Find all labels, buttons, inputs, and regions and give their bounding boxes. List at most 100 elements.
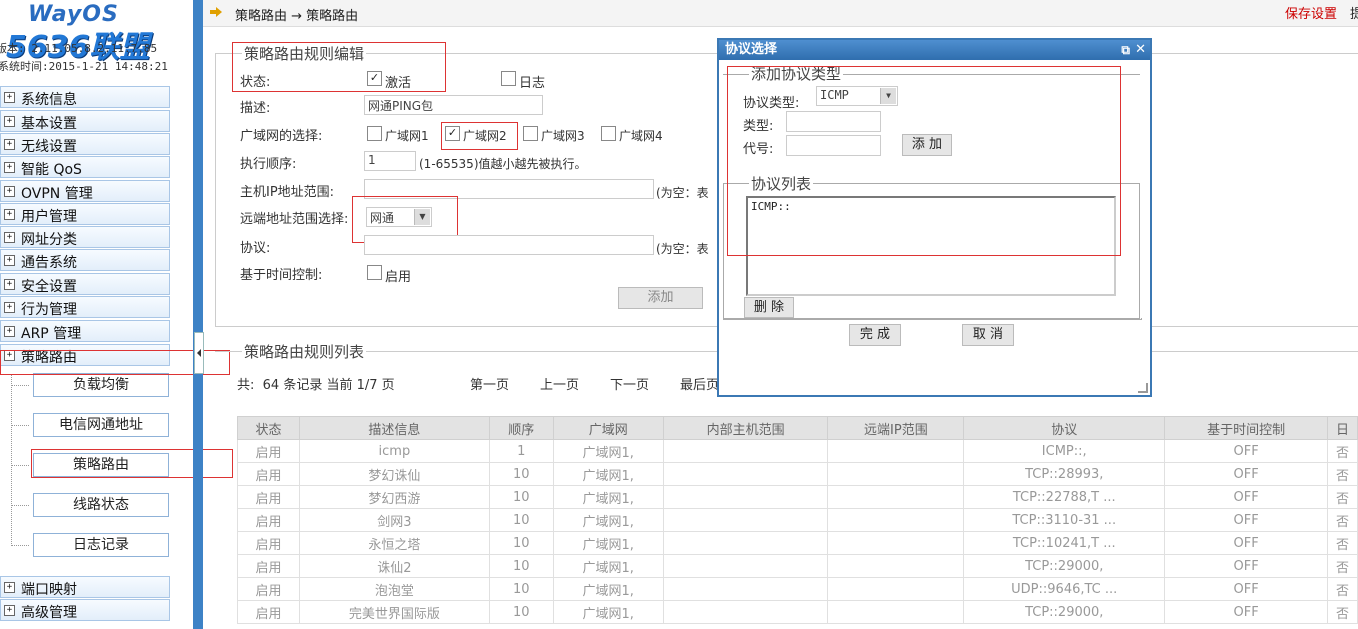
time-control-checkbox[interactable]	[367, 265, 382, 280]
sidebar-item[interactable]: + 端口映射	[0, 576, 170, 598]
first-page-link[interactable]: 第一页	[470, 374, 509, 393]
table-cell	[662, 439, 829, 463]
collapse-sidebar-button[interactable]	[194, 332, 204, 374]
active-label: 激活	[385, 76, 412, 91]
sidebar-item[interactable]: + 高级管理	[0, 599, 170, 621]
column-header[interactable]: 内部主机范围	[662, 416, 829, 440]
table-row[interactable]: 启用 完美世界国际版 10 广域网1, TCP::29000, OFF 否	[237, 600, 1358, 624]
expand-icon[interactable]: +	[4, 582, 15, 593]
sidebar-item-label: ARP 管理	[21, 326, 82, 342]
expand-icon[interactable]: +	[4, 186, 15, 197]
table-row[interactable]: 启用 永恒之塔 10 广域网1, TCP::10241,T ... OFF 否	[237, 531, 1358, 555]
active-checkbox[interactable]: ✓	[367, 71, 382, 86]
column-header[interactable]: 顺序	[488, 416, 554, 440]
table-cell: TCP::29000,	[963, 554, 1166, 578]
table-cell	[827, 577, 965, 601]
wan1-checkbox[interactable]	[367, 126, 382, 141]
dialog-title-bar[interactable]: 协议选择 ⧉ ✕	[719, 40, 1150, 60]
table-row[interactable]: 启用 剑网3 10 广域网1, TCP::3110-31 ... OFF 否	[237, 508, 1358, 532]
list-section-title: 策略路由规则列表	[242, 341, 367, 362]
column-header[interactable]: 广域网	[552, 416, 664, 440]
sidebar-item-label: 智能 QoS	[21, 162, 82, 178]
sidebar-subitem[interactable]: 日志记录	[33, 533, 169, 557]
cancel-button[interactable]: 取 消	[962, 324, 1014, 346]
table-cell: 否	[1326, 600, 1358, 624]
column-header[interactable]: 日	[1326, 416, 1358, 440]
expand-icon[interactable]: +	[4, 162, 15, 173]
order-label: 执行顺序:	[240, 157, 297, 172]
log-checkbox[interactable]	[501, 71, 516, 86]
sidebar-item[interactable]: + ARP 管理	[0, 320, 170, 342]
sidebar-item[interactable]: + 行为管理	[0, 296, 170, 318]
next-link-fragment[interactable]: 提	[1350, 3, 1358, 22]
column-header[interactable]: 协议	[963, 416, 1166, 440]
column-header[interactable]: 基于时间控制	[1164, 416, 1328, 440]
tree-connector	[11, 505, 29, 506]
resize-grip-icon[interactable]	[1138, 383, 1148, 393]
sidebar-item[interactable]: + 用户管理	[0, 203, 170, 225]
table-cell: TCP::22788,T ...	[963, 485, 1166, 509]
sidebar-item[interactable]: + 系统信息	[0, 86, 170, 108]
table-row[interactable]: 启用 诛仙2 10 广域网1, TCP::29000, OFF 否	[237, 554, 1358, 578]
column-header[interactable]: 描述信息	[298, 416, 490, 440]
expand-icon[interactable]: +	[4, 92, 15, 103]
table-row[interactable]: 启用 icmp 1 广域网1, ICMP::, OFF 否	[237, 439, 1358, 463]
sidebar-item[interactable]: + 基本设置	[0, 110, 170, 132]
expand-icon[interactable]: +	[4, 302, 15, 313]
table-cell: 启用	[237, 462, 300, 486]
table-cell: 诛仙2	[298, 554, 490, 578]
expand-icon[interactable]: +	[4, 232, 15, 243]
highlight-box	[441, 122, 518, 150]
table-cell: 启用	[237, 508, 300, 532]
restore-icon[interactable]: ⧉	[1121, 40, 1130, 60]
last-page-link[interactable]: 最后页	[680, 374, 719, 393]
table-cell	[827, 508, 965, 532]
desc-input[interactable]: 网通PING包	[364, 95, 543, 115]
table-cell	[827, 462, 965, 486]
table-cell	[827, 439, 965, 463]
delete-protocol-button[interactable]: 删 除	[744, 297, 794, 318]
save-settings-link[interactable]: 保存设置	[1285, 3, 1337, 22]
expand-icon[interactable]: +	[4, 279, 15, 290]
table-cell: 剑网3	[298, 508, 490, 532]
status-label: 状态:	[240, 75, 271, 90]
sidebar-item-label: 无线设置	[21, 139, 77, 155]
add-rule-button[interactable]: 添加	[618, 287, 703, 309]
desc-label: 描述:	[240, 101, 271, 116]
sidebar-item[interactable]: + 网址分类	[0, 226, 170, 248]
sidebar-item[interactable]: + 通告系统	[0, 249, 170, 271]
done-button[interactable]: 完 成	[849, 324, 901, 346]
tree-connector	[11, 385, 29, 386]
table-cell: icmp	[298, 439, 490, 463]
sidebar-subitem[interactable]: 线路状态	[33, 493, 169, 517]
table-cell	[662, 600, 829, 624]
table-row[interactable]: 启用 泡泡堂 10 广域网1, UDP::9646,TC ... OFF 否	[237, 577, 1358, 601]
sidebar-item[interactable]: + 智能 QoS	[0, 156, 170, 178]
expand-icon[interactable]: +	[4, 116, 15, 127]
protocol-input[interactable]	[364, 235, 654, 255]
prev-page-link[interactable]: 上一页	[540, 374, 579, 393]
expand-icon[interactable]: +	[4, 605, 15, 616]
wan4-checkbox[interactable]	[601, 126, 616, 141]
sidebar-item[interactable]: + 无线设置	[0, 133, 170, 155]
table-row[interactable]: 启用 梦幻西游 10 广域网1, TCP::22788,T ... OFF 否	[237, 485, 1358, 509]
table-cell: 10	[488, 600, 554, 624]
expand-icon[interactable]: +	[4, 255, 15, 266]
top-bar	[203, 0, 1358, 27]
wan3-checkbox[interactable]	[523, 126, 538, 141]
column-header[interactable]: 状态	[237, 416, 300, 440]
column-header[interactable]: 远端IP范围	[827, 416, 965, 440]
sidebar-item[interactable]: + 安全设置	[0, 273, 170, 295]
sidebar-item[interactable]: + OVPN 管理	[0, 180, 170, 202]
close-icon[interactable]: ✕	[1135, 40, 1146, 60]
table-row[interactable]: 启用 梦幻诛仙 10 广域网1, TCP::28993, OFF 否	[237, 462, 1358, 486]
order-input[interactable]: 1	[364, 151, 416, 171]
expand-icon[interactable]: +	[4, 209, 15, 220]
expand-icon[interactable]: +	[4, 139, 15, 150]
sidebar-subitem[interactable]: 电信网通地址	[33, 413, 169, 437]
next-page-link[interactable]: 下一页	[610, 374, 649, 393]
expand-icon[interactable]: +	[4, 326, 15, 337]
sidebar-splitter[interactable]	[193, 0, 203, 629]
table-cell: ICMP::,	[963, 439, 1166, 463]
sidebar-subitem[interactable]: 负载均衡	[33, 373, 169, 397]
